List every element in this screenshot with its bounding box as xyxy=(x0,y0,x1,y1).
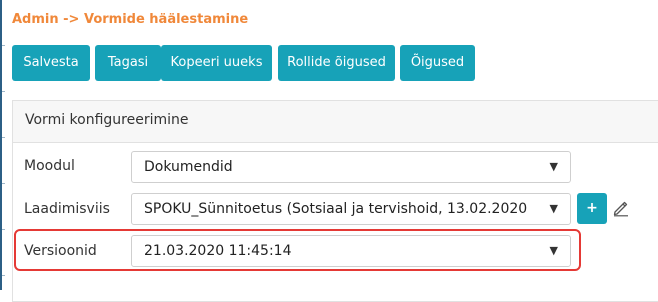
save-button[interactable]: Salvesta xyxy=(12,45,90,81)
load-method-select-value: SPOKU_Sünnitoetus (Sotsiaal ja tervishoi… xyxy=(144,201,528,217)
rights-button[interactable]: Õigused xyxy=(400,45,475,81)
load-method-select[interactable]: SPOKU_Sünnitoetus (Sotsiaal ja tervishoi… xyxy=(131,193,571,225)
chevron-down-icon: ▼ xyxy=(549,244,558,257)
breadcrumb: Admin -> Vormide häälestamine xyxy=(12,12,249,27)
module-select-value: Dokumendid xyxy=(144,159,233,175)
role-rights-button[interactable]: Rollide õigused xyxy=(278,45,395,81)
panel-header: Vormi konfigureerimine xyxy=(13,101,658,143)
left-border-decoration xyxy=(2,0,5,290)
edit-icon[interactable] xyxy=(612,199,630,217)
chevron-down-icon: ▼ xyxy=(549,202,558,215)
chevron-down-icon: ▼ xyxy=(549,160,558,173)
module-label: Moodul xyxy=(24,158,75,174)
load-method-label: Laadimisviis xyxy=(24,201,110,217)
back-button[interactable]: Tagasi xyxy=(95,45,161,81)
versions-select[interactable]: 21.03.2020 11:45:14 ▼ xyxy=(131,235,571,267)
panel-title: Vormi konfigureerimine xyxy=(25,112,189,128)
versions-label: Versioonid xyxy=(24,243,97,259)
versions-select-value: 21.03.2020 11:45:14 xyxy=(144,243,292,259)
copy-as-new-button[interactable]: Kopeeri uueks xyxy=(161,45,272,81)
module-select[interactable]: Dokumendid ▼ xyxy=(131,151,571,183)
add-load-method-button[interactable]: + xyxy=(577,193,607,224)
